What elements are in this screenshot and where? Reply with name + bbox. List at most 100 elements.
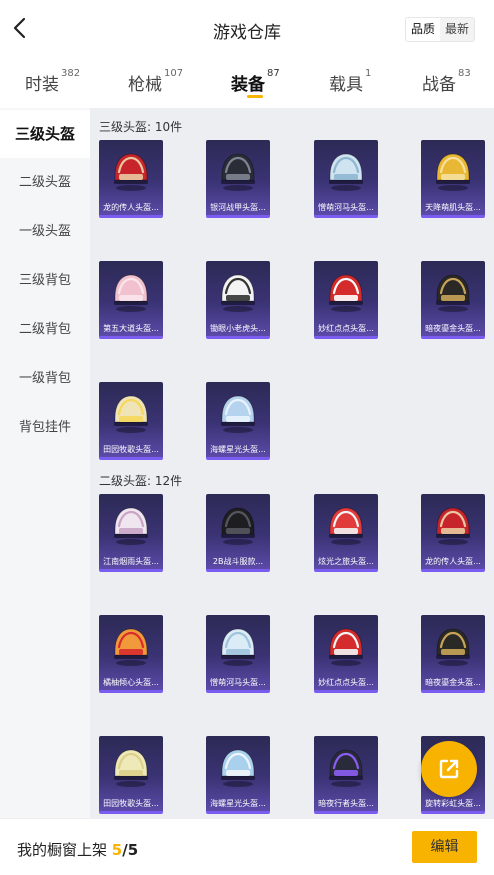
item-card[interactable]: 第五大道头盔... [99,261,163,339]
item-card[interactable]: 龙的传人头盔... [421,494,485,572]
item-name: 田园牧歌头盔... [103,445,159,454]
helmet-icon [329,628,363,666]
item-card[interactable]: 天降萌肌头盔... [421,140,485,218]
sort-option-latest[interactable]: 最新 [440,18,474,41]
item-name: 妙红点点头盔... [318,324,374,333]
item-name: 憎萌河马头盔... [210,678,266,687]
item-name: 旋转彩虹头盔... [425,799,481,808]
footer-bar: 我的橱窗上架 5/5 编辑 [0,818,494,875]
item-name: 天降萌肌头盔... [425,203,481,212]
tab-label: 载具 [329,75,363,95]
helmet-icon [221,153,255,191]
helmet-icon [436,153,470,191]
showcase-status: 我的橱窗上架 5/5 [17,839,138,860]
item-name: 海螺星光头盔... [210,445,266,454]
helmet-icon [114,628,148,666]
external-link-icon [439,759,459,779]
sidebar-item-level3-backpack[interactable]: 三级背包 [0,257,90,305]
share-button[interactable] [421,741,477,797]
item-name: 田园牧歌头盔... [103,799,159,808]
helmet-icon [221,274,255,312]
item-card[interactable]: 妙红点点头盔... [314,261,378,339]
sort-toggle[interactable]: 品质 最新 [405,17,476,42]
helmet-icon [114,395,148,433]
helmet-icon [221,507,255,545]
item-name: 妙红点点头盔... [318,678,374,687]
item-name: 暗夜鎏金头盔... [425,324,481,333]
tab-equipment[interactable]: 装备87 [231,68,280,95]
item-name: 第五大道头盔... [103,324,159,333]
header: 游戏仓库 品质 最新 [0,0,494,58]
item-card[interactable]: 橘柚倾心头盔... [99,615,163,693]
helmet-icon [436,507,470,545]
item-card[interactable]: 银河战甲头盔... [206,140,270,218]
item-card[interactable]: 田园牧歌头盔... [99,382,163,460]
sidebar-item-level2-helmet[interactable]: 二级头盔 [0,159,90,207]
sidebar-item-level1-helmet[interactable]: 一级头盔 [0,208,90,256]
showcase-count: 5 [111,841,123,859]
showcase-label: 我的橱窗上架 [17,841,108,859]
tab-supplies[interactable]: 战备83 [422,68,471,95]
item-card[interactable]: 海螺星光头盔... [206,382,270,460]
helmet-icon [436,274,470,312]
helmet-icon [114,153,148,191]
item-grid: 三级头盔: 10件 二级头盔: 12件 龙的传人头盔... 银河战甲头盔... 憎萌… [90,108,494,818]
item-name: 龙的传人头盔... [425,557,481,566]
tab-label: 枪械 [128,75,162,95]
tab-guns[interactable]: 枪械107 [128,68,184,95]
sidebar-item-level3-helmet[interactable]: 三级头盔 [0,110,90,158]
sidebar-item-level1-backpack[interactable]: 一级背包 [0,355,90,403]
item-name: 锄眼小老虎头... [210,324,266,333]
item-card[interactable]: 憎萌河马头盔... [314,140,378,218]
category-tabs: 时装382 枪械107 装备87 载具1 战备83 [0,58,494,108]
item-card[interactable]: 2B战斗服款... [206,494,270,572]
item-card[interactable]: 炫光之旅头盔... [314,494,378,572]
helmet-icon [329,153,363,191]
helmet-icon [114,749,148,787]
item-card[interactable]: 暗夜行者头盔... [314,736,378,814]
sidebar-item-backpack-pendant[interactable]: 背包挂件 [0,404,90,452]
item-card[interactable]: 暗夜鎏金头盔... [421,615,485,693]
item-name: 橘柚倾心头盔... [103,678,159,687]
tab-count: 87 [267,68,280,79]
tab-count: 107 [164,68,184,79]
item-card[interactable]: 江南烟雨头盔... [99,494,163,572]
tab-count: 83 [458,68,471,79]
helmet-icon [221,628,255,666]
section-title: 三级头盔: 10件 [99,120,183,134]
helmet-icon [114,274,148,312]
sidebar: 三级头盔 二级头盔 一级头盔 三级背包 二级背包 一级背包 背包挂件 [0,108,90,818]
tab-vehicles[interactable]: 载具1 [329,68,372,95]
sort-option-quality[interactable]: 品质 [406,18,441,41]
helmet-icon [436,628,470,666]
item-name: 银河战甲头盔... [210,203,266,212]
item-card[interactable]: 龙的传人头盔... [99,140,163,218]
active-tab-indicator [247,95,263,98]
item-card[interactable]: 田园牧歌头盔... [99,736,163,814]
tab-count: 1 [365,68,372,79]
item-card[interactable]: 暗夜鎏金头盔... [421,261,485,339]
edit-button[interactable]: 编辑 [412,831,477,863]
item-card[interactable]: 海螺星光头盔... [206,736,270,814]
tab-count: 382 [61,68,81,79]
sidebar-item-level2-backpack[interactable]: 二级背包 [0,306,90,354]
item-name: 2B战斗服款... [212,557,264,566]
helmet-icon [221,749,255,787]
tab-fashion[interactable]: 时装382 [25,68,81,95]
item-name: 海螺星光头盔... [210,799,266,808]
item-card[interactable]: 憎萌河马头盔... [206,615,270,693]
tab-label: 战备 [422,75,456,95]
item-name: 江南烟雨头盔... [103,557,159,566]
item-name: 炫光之旅头盔... [318,557,374,566]
item-card[interactable]: 妙红点点头盔... [314,615,378,693]
item-name: 龙的传人头盔... [103,203,159,212]
item-card[interactable]: 锄眼小老虎头... [206,261,270,339]
showcase-total: /5 [122,841,139,859]
helmet-icon [329,274,363,312]
item-name: 暗夜鎏金头盔... [425,678,481,687]
helmet-icon [329,507,363,545]
helmet-icon [114,507,148,545]
helmet-icon [329,749,363,787]
item-name: 暗夜行者头盔... [318,799,374,808]
section-title: 二级头盔: 12件 [99,474,183,488]
